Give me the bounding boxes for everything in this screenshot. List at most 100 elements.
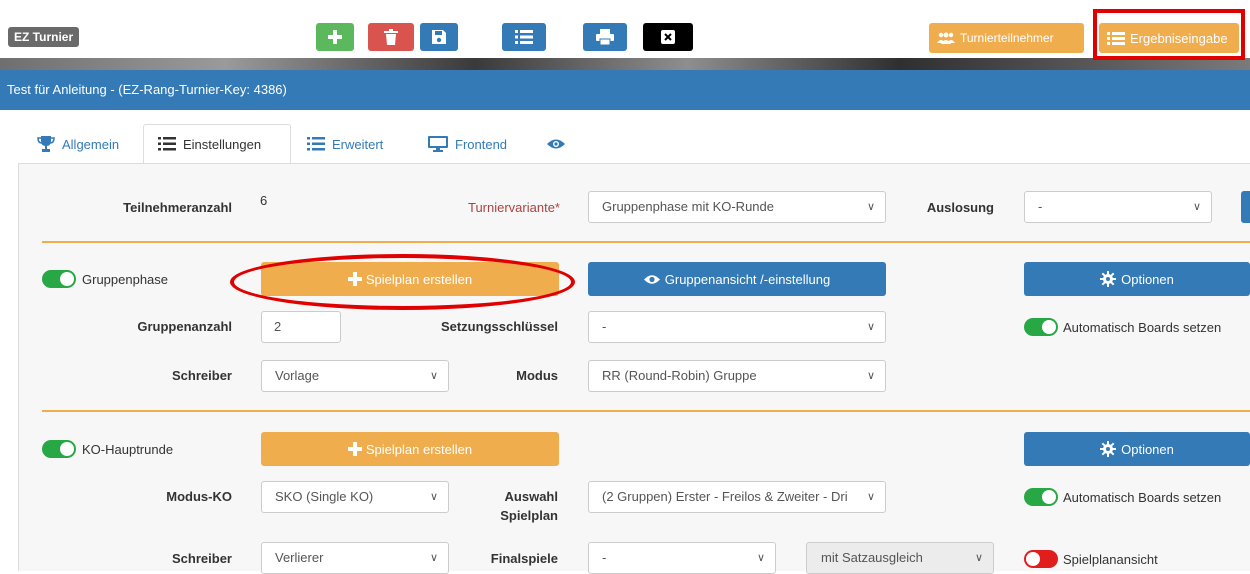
satzausgleich-value: mit Satzausgleich bbox=[821, 550, 923, 565]
chevron-down-icon: ∨ bbox=[429, 491, 438, 503]
tab-frontend[interactable]: Frontend bbox=[428, 124, 507, 164]
button-label: Spielplan erstellen bbox=[365, 271, 473, 287]
tab-erweitert[interactable]: Erweitert bbox=[307, 124, 383, 164]
app-brand: EZ Turnier bbox=[8, 27, 80, 47]
tab-label: Erweitert bbox=[332, 136, 384, 152]
modus-select[interactable]: RR (Round-Robin) Gruppe ∨ bbox=[588, 360, 886, 392]
list-button[interactable] bbox=[502, 23, 546, 51]
schreiber-value: Vorlage bbox=[275, 368, 320, 383]
trophy-icon bbox=[37, 136, 55, 152]
tab-preview[interactable] bbox=[547, 124, 565, 164]
chevron-down-icon: ∨ bbox=[866, 370, 875, 382]
modus-ko-select[interactable]: SKO (Single KO) ∨ bbox=[261, 481, 449, 513]
gruppen-schreiber-select[interactable]: Vorlage ∨ bbox=[261, 360, 449, 392]
modus-value: RR (Round-Robin) Gruppe bbox=[602, 368, 757, 383]
extra-button[interactable] bbox=[1241, 191, 1250, 223]
list-icon bbox=[515, 30, 533, 44]
setzung-value: - bbox=[602, 319, 607, 334]
ko-schreiber-label: Schreiber bbox=[172, 551, 232, 566]
list-icon bbox=[158, 137, 176, 151]
schreiber-value: Verlierer bbox=[275, 550, 324, 565]
tournament-title: Test für Anleitung - (EZ-Rang-Turnier-Ke… bbox=[0, 70, 1250, 110]
eye-icon bbox=[547, 139, 565, 149]
gruppen-schreiber-label: Schreiber bbox=[172, 368, 232, 383]
gruppenanzahl-input[interactable]: 2 bbox=[261, 311, 341, 343]
auto-boards-label: Automatisch Boards setzen bbox=[1063, 490, 1222, 505]
button-label: Optionen bbox=[1121, 441, 1174, 457]
chevron-down-icon: ∨ bbox=[974, 552, 983, 564]
chevron-down-icon: ∨ bbox=[864, 482, 875, 512]
variante-label: Turniervariante* bbox=[467, 200, 560, 215]
tab-allgemein[interactable]: Allgemein bbox=[37, 124, 119, 164]
tab-einstellungen[interactable]: Einstellungen bbox=[143, 124, 291, 164]
ko-spielplan-button[interactable]: Spielplan erstellen bbox=[261, 432, 559, 466]
chevron-down-icon: ∨ bbox=[866, 201, 875, 213]
auslosung-label: Auslosung bbox=[926, 200, 994, 215]
list-icon bbox=[307, 137, 325, 151]
satzausgleich-select[interactable]: mit Satzausgleich ∨ bbox=[806, 542, 994, 574]
button-label: Gruppenansicht /-einstellung bbox=[664, 271, 831, 287]
ko-label: KO-Hauptrunde bbox=[82, 442, 174, 457]
close-button[interactable] bbox=[643, 23, 693, 51]
add-button[interactable] bbox=[316, 23, 354, 51]
save-icon bbox=[432, 30, 446, 44]
participants-button[interactable]: Turnierteilnehmer bbox=[929, 23, 1084, 53]
chevron-down-icon: ∨ bbox=[429, 552, 438, 564]
teilnehmer-label: Teilnehmeranzahl bbox=[123, 200, 232, 215]
setzung-select[interactable]: - ∨ bbox=[588, 311, 886, 343]
top-toolbar: EZ Turnier Turnierteilnehmer Ergebnisein… bbox=[0, 0, 1250, 70]
auswahl-value: (2 Gruppen) Erster - Freilos & Zweiter -… bbox=[602, 489, 848, 504]
gruppenansicht-button[interactable]: Gruppenansicht /-einstellung bbox=[588, 262, 886, 296]
auswahl-select[interactable]: (2 Gruppen) Erster - Freilos & Zweiter -… bbox=[588, 481, 886, 513]
ko-auto-boards-toggle[interactable] bbox=[1024, 488, 1058, 506]
finalspiele-select[interactable]: - ∨ bbox=[588, 542, 776, 574]
chevron-down-icon: ∨ bbox=[866, 321, 875, 333]
monitor-icon bbox=[428, 136, 448, 152]
gruppenphase-toggle[interactable] bbox=[42, 270, 76, 288]
plus-icon bbox=[347, 442, 362, 456]
plus-icon bbox=[328, 30, 342, 44]
finalspiele-label: Finalspiele bbox=[490, 551, 558, 566]
modus-ko-label: Modus-KO bbox=[166, 489, 232, 504]
gruppenphase-label: Gruppenphase bbox=[82, 272, 169, 287]
auslosung-select[interactable]: - ∨ bbox=[1024, 191, 1212, 223]
gear-icon bbox=[1100, 271, 1117, 287]
modus-label: Modus bbox=[516, 368, 558, 383]
gruppen-spielplan-button[interactable]: Spielplan erstellen bbox=[261, 262, 559, 296]
save-button[interactable] bbox=[420, 23, 458, 51]
tab-label: Einstellungen bbox=[183, 136, 262, 152]
header-band bbox=[0, 58, 1250, 70]
users-icon bbox=[937, 32, 955, 44]
tab-label: Frontend bbox=[455, 136, 508, 152]
ko-toggle[interactable] bbox=[42, 440, 76, 458]
highlight-box bbox=[1093, 9, 1245, 60]
tab-label: Allgemein bbox=[62, 136, 120, 152]
section-divider bbox=[42, 241, 1250, 243]
ko-schreiber-select[interactable]: Verlierer ∨ bbox=[261, 542, 449, 574]
gruppen-auto-boards-toggle[interactable] bbox=[1024, 318, 1058, 336]
print-button[interactable] bbox=[583, 23, 627, 51]
spielplanansicht-toggle[interactable] bbox=[1024, 550, 1058, 568]
variante-value: Gruppenphase mit KO-Runde bbox=[602, 199, 774, 214]
modus-ko-value: SKO (Single KO) bbox=[275, 489, 374, 504]
auswahl-label: Auswahl bbox=[504, 489, 558, 504]
eye-icon bbox=[643, 274, 660, 284]
gruppenanzahl-label: Gruppenanzahl bbox=[137, 319, 232, 334]
gruppen-optionen-button[interactable]: Optionen bbox=[1024, 262, 1250, 296]
participants-label: Turnierteilnehmer bbox=[960, 31, 1054, 45]
teilnehmer-value: 6 bbox=[260, 193, 268, 208]
spielplanansicht-label: Spielplanansicht bbox=[1063, 552, 1158, 567]
ko-optionen-button[interactable]: Optionen bbox=[1024, 432, 1250, 466]
variante-select[interactable]: Gruppenphase mit KO-Runde ∨ bbox=[588, 191, 886, 223]
delete-button[interactable] bbox=[368, 23, 414, 51]
print-icon bbox=[596, 29, 614, 45]
finalspiele-value: - bbox=[602, 550, 607, 565]
setzung-label: Setzungsschlüssel bbox=[440, 319, 558, 334]
trash-icon bbox=[384, 29, 398, 45]
gear-icon bbox=[1100, 441, 1117, 457]
chevron-down-icon: ∨ bbox=[1192, 201, 1201, 213]
button-label: Optionen bbox=[1121, 271, 1174, 287]
auslosung-value: - bbox=[1038, 199, 1043, 214]
section-divider bbox=[42, 410, 1250, 412]
button-label: Spielplan erstellen bbox=[365, 441, 473, 457]
